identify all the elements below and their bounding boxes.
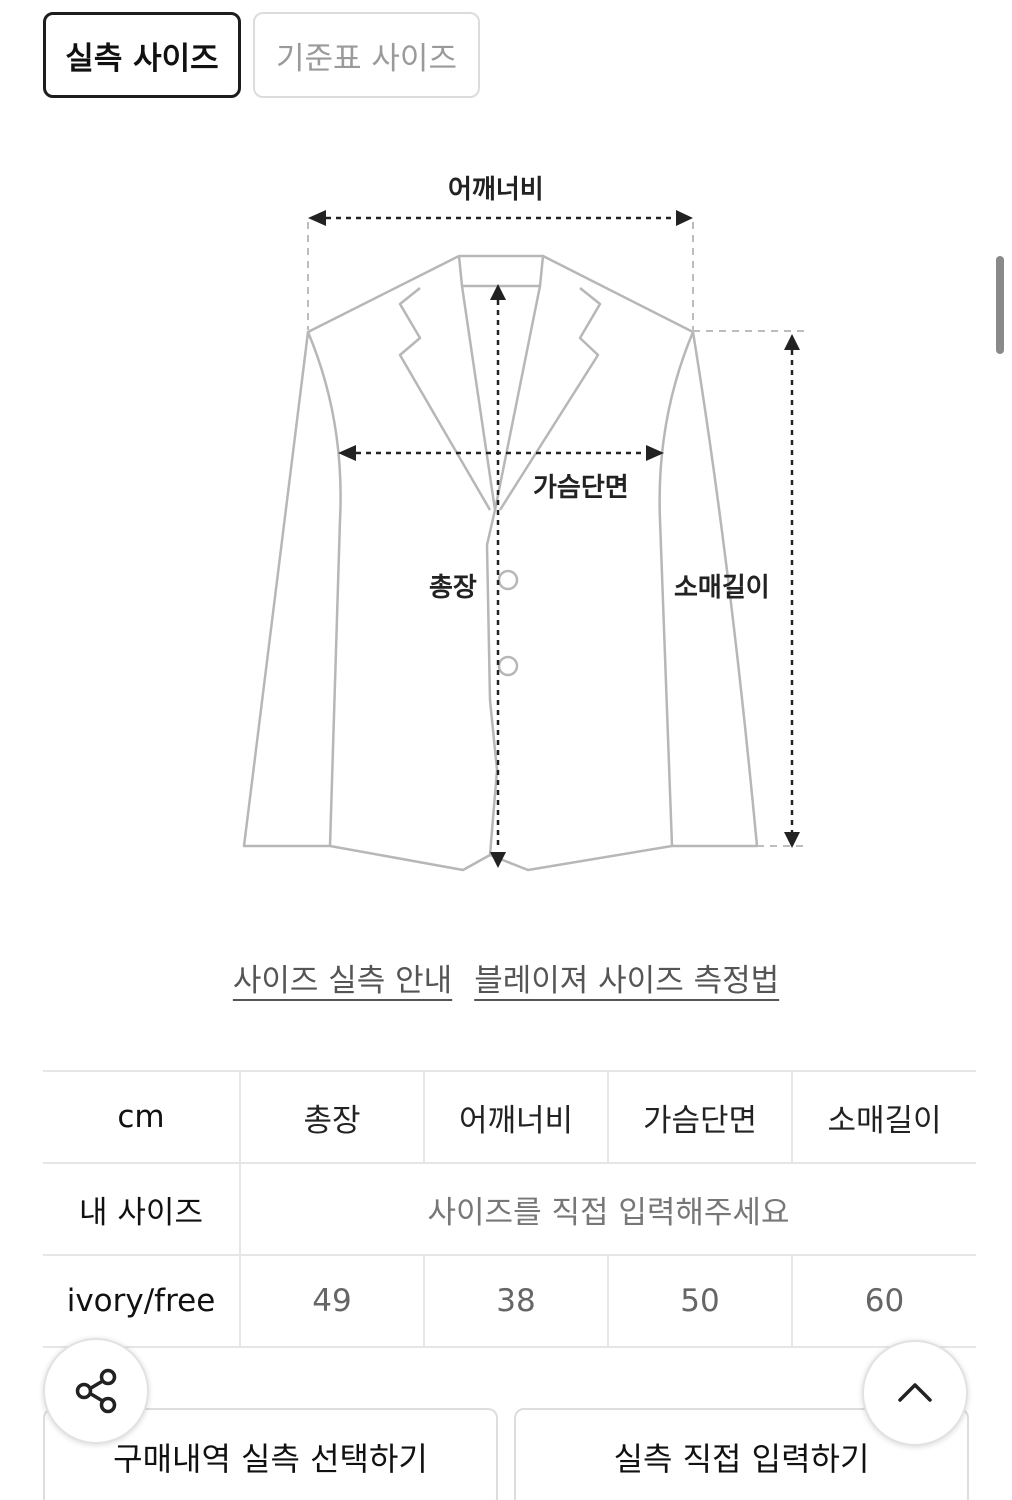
column-header: 가슴단면 [607, 1070, 792, 1164]
table-cell: 49 [239, 1254, 424, 1348]
chevron-up-icon [898, 1383, 932, 1402]
table-cell: 38 [423, 1254, 608, 1348]
tab-measured-size[interactable]: 실측 사이즈 [43, 12, 241, 98]
column-header: 소매길이 [791, 1070, 976, 1164]
share-icon [75, 1368, 117, 1414]
unit-cell: cm [43, 1070, 240, 1164]
jacket-illustration [242, 210, 808, 872]
label-sleeve: 소매길이 [674, 573, 770, 603]
size-table: cm 총장 어깨너비 가슴단면 소매길이 내 사이즈 사이즈를 직접 입력해주세… [43, 1070, 976, 1348]
table-cell: 50 [607, 1254, 792, 1348]
table-header-row: cm 총장 어깨너비 가슴단면 소매길이 [43, 1070, 976, 1164]
my-size-row: 내 사이즈 사이즈를 직접 입력해주세요 [43, 1162, 976, 1256]
column-header: 총장 [239, 1070, 424, 1164]
size-diagram: 어깨너비 가슴단면 총장 소매길이 [0, 140, 1012, 900]
table-cell: 60 [791, 1254, 976, 1348]
tab-standard-size[interactable]: 기준표 사이즈 [253, 12, 480, 98]
my-size-input[interactable]: 사이즈를 직접 입력해주세요 [239, 1162, 976, 1256]
label-chest: 가슴단면 [533, 473, 629, 503]
table-row: ivory/free 49 38 50 60 [43, 1254, 976, 1348]
column-header: 어깨너비 [423, 1070, 608, 1164]
size-guide-links: 사이즈 실측 안내 블레이져 사이즈 측정법 [0, 955, 1012, 1000]
share-button[interactable] [43, 1338, 149, 1444]
size-guide-link[interactable]: 사이즈 실측 안내 [233, 955, 452, 1000]
size-option-label: ivory/free [43, 1254, 240, 1348]
scroll-top-button[interactable] [862, 1340, 968, 1446]
my-size-label: 내 사이즈 [43, 1162, 240, 1256]
label-length: 총장 [429, 573, 477, 603]
blazer-measure-link[interactable]: 블레이져 사이즈 측정법 [474, 955, 779, 1000]
label-shoulder: 어깨너비 [448, 175, 544, 205]
